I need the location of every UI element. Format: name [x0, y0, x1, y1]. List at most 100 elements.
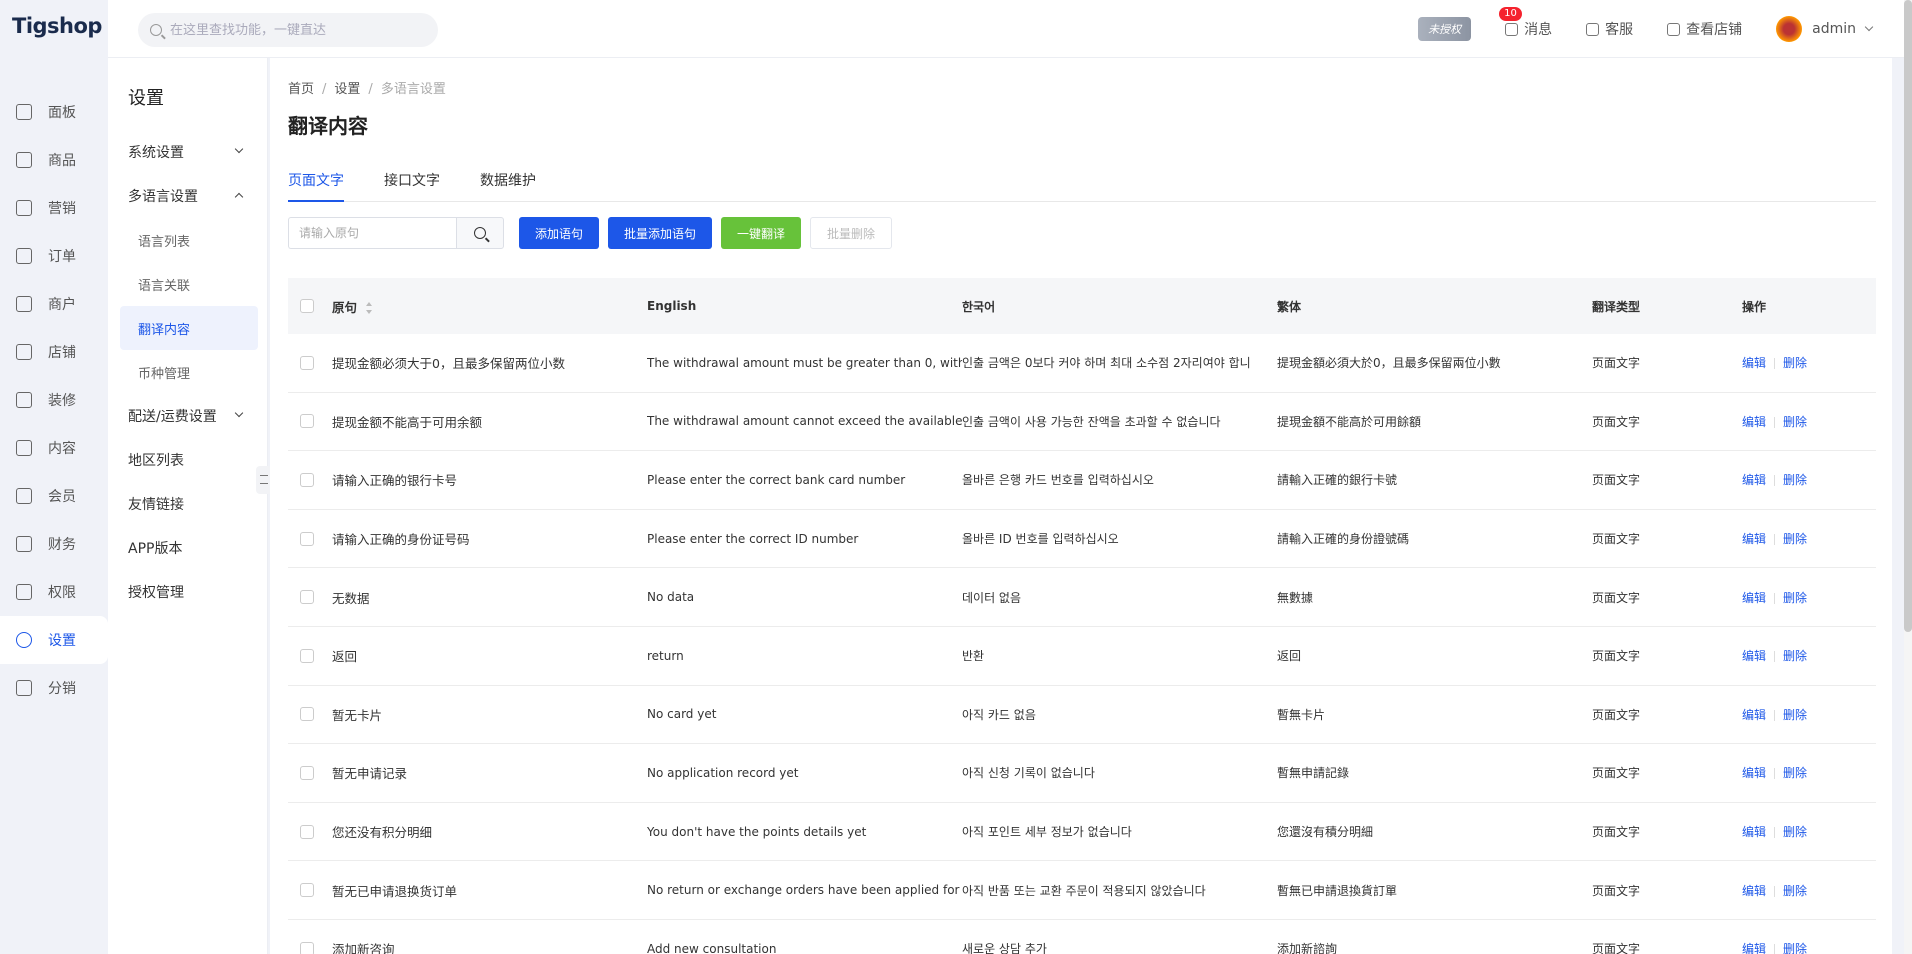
breadcrumb-home[interactable]: 首页 [288, 82, 314, 97]
sidebar-item-9[interactable]: APP版本 [108, 526, 268, 570]
search-button[interactable] [456, 217, 504, 249]
batch-add-button[interactable]: 批量添加语句 [608, 217, 713, 249]
delete-link[interactable]: 删除 [1783, 473, 1807, 487]
delete-link[interactable]: 删除 [1783, 649, 1807, 663]
search-icon [150, 24, 162, 36]
edit-link[interactable]: 编辑 [1742, 766, 1766, 780]
edit-link[interactable]: 编辑 [1742, 825, 1766, 839]
delete-link[interactable]: 删除 [1783, 942, 1807, 954]
nav-item-6[interactable]: 装修 [0, 376, 108, 424]
license-badge[interactable]: 未授权 [1418, 17, 1472, 41]
tab-1[interactable]: 接口文字 [384, 170, 440, 202]
edit-link[interactable]: 编辑 [1742, 884, 1766, 898]
nav-item-8[interactable]: 会员 [0, 472, 108, 520]
table-body: 提现金额必须大于0，且最多保留两位小数 The withdrawal amount… [288, 334, 1876, 954]
row-checkbox[interactable] [300, 472, 314, 487]
header-source[interactable]: 原句 [332, 297, 647, 316]
cell-operations: 编辑 删除 [1742, 354, 1876, 371]
cell-source: 请输入正确的银行卡号 [332, 473, 458, 489]
sidebar-item-2[interactable]: 语言列表 [108, 218, 268, 262]
sidebar-item-7[interactable]: 地区列表 [108, 438, 268, 482]
sidebar-item-10[interactable]: 授权管理 [108, 570, 268, 614]
customer-service-button[interactable]: 客服 [1586, 19, 1633, 39]
cell-type: 页面文字 [1592, 532, 1641, 547]
row-checkbox[interactable] [300, 765, 314, 780]
row-checkbox[interactable] [300, 824, 314, 839]
row-select-cell [288, 355, 332, 370]
delete-link[interactable]: 删除 [1783, 415, 1807, 429]
edit-link[interactable]: 编辑 [1742, 532, 1766, 546]
scrollbar-thumb[interactable] [1904, 0, 1912, 632]
cell-operations: 编辑 删除 [1742, 823, 1876, 840]
delete-link[interactable]: 删除 [1783, 708, 1807, 722]
sidebar-item-1[interactable]: 多语言设置 [108, 174, 268, 218]
nav-item-4[interactable]: 商户 [0, 280, 108, 328]
global-search[interactable] [138, 13, 438, 47]
tab-0[interactable]: 页面文字 [288, 170, 344, 202]
nav-item-10[interactable]: 权限 [0, 568, 108, 616]
sidebar-item-5[interactable]: 币种管理 [108, 350, 268, 394]
sidebar-item-4[interactable]: 翻译内容 [120, 306, 258, 350]
user-menu[interactable]: admin [1776, 16, 1874, 42]
cell-english: The withdrawal amount must be greater th… [647, 355, 962, 370]
delete-link[interactable]: 删除 [1783, 766, 1807, 780]
sidebar-item-6[interactable]: 配送/运费设置 [108, 394, 268, 438]
nav-item-0[interactable]: 面板 [0, 88, 108, 136]
app-logo[interactable]: Tigshop [12, 14, 102, 38]
nav-item-12[interactable]: 分销 [0, 664, 108, 712]
row-checkbox[interactable] [300, 883, 314, 898]
row-checkbox[interactable] [300, 355, 314, 370]
one-click-translate-button[interactable]: 一键翻译 [721, 217, 802, 249]
edit-link[interactable]: 编辑 [1742, 415, 1766, 429]
nav-item-2[interactable]: 营销 [0, 184, 108, 232]
edit-link[interactable]: 编辑 [1742, 356, 1766, 370]
nav-item-3[interactable]: 订单 [0, 232, 108, 280]
row-checkbox[interactable] [300, 941, 314, 954]
add-sentence-button[interactable]: 添加语句 [519, 217, 600, 249]
sidebar-item-8[interactable]: 友情链接 [108, 482, 268, 526]
global-search-input[interactable] [170, 22, 420, 38]
settings-icon [16, 632, 32, 648]
sidebar-item-3[interactable]: 语言关联 [108, 262, 268, 306]
row-checkbox[interactable] [300, 590, 314, 605]
delete-link[interactable]: 删除 [1783, 825, 1807, 839]
edit-link[interactable]: 编辑 [1742, 591, 1766, 605]
page-scrollbar[interactable] [1904, 0, 1912, 954]
source-search-input[interactable] [288, 217, 456, 249]
sidebar-item-0[interactable]: 系统设置 [108, 130, 268, 174]
sidebar-collapse-toggle[interactable] [256, 466, 270, 494]
nav-item-1[interactable]: 商品 [0, 136, 108, 184]
delete-link[interactable]: 删除 [1783, 356, 1807, 370]
delete-link[interactable]: 删除 [1783, 532, 1807, 546]
row-checkbox[interactable] [300, 707, 314, 722]
edit-link[interactable]: 编辑 [1742, 649, 1766, 663]
toolbar: 添加语句 批量添加语句 一键翻译 批量删除 [288, 217, 901, 249]
cell-type: 页面文字 [1592, 590, 1641, 605]
row-checkbox[interactable] [300, 648, 314, 663]
translation-table: 原句 English 한국어 繁体 翻译类型 操作 提现金额必须大于0，且最多保… [288, 278, 1876, 954]
nav-item-7[interactable]: 内容 [0, 424, 108, 472]
row-checkbox[interactable] [300, 414, 314, 429]
select-all-checkbox[interactable] [300, 299, 314, 313]
edit-link[interactable]: 编辑 [1742, 708, 1766, 722]
breadcrumb-settings[interactable]: 设置 [334, 82, 360, 97]
edit-link[interactable]: 编辑 [1742, 473, 1766, 487]
view-store-button[interactable]: 查看店铺 [1667, 19, 1742, 39]
nav-item-5[interactable]: 店铺 [0, 328, 108, 376]
edit-link[interactable]: 编辑 [1742, 942, 1766, 954]
row-checkbox[interactable] [300, 531, 314, 546]
delete-link[interactable]: 删除 [1783, 591, 1807, 605]
messages-button[interactable]: 10 消息 [1499, 7, 1552, 39]
header-traditional: 繁体 [1277, 299, 1302, 314]
tab-2[interactable]: 数据维护 [480, 170, 536, 202]
delete-link[interactable]: 删除 [1783, 884, 1807, 898]
nav-item-11[interactable]: 设置 [0, 616, 108, 664]
row-select-cell [288, 941, 332, 954]
cell-operations: 编辑 删除 [1742, 471, 1876, 488]
row-select-cell [288, 883, 332, 898]
chat-icon [1586, 22, 1600, 36]
sort-icon[interactable] [365, 302, 373, 314]
nav-item-9[interactable]: 财务 [0, 520, 108, 568]
batch-delete-button[interactable]: 批量删除 [810, 217, 893, 249]
cell-operations: 编辑 删除 [1742, 706, 1876, 723]
